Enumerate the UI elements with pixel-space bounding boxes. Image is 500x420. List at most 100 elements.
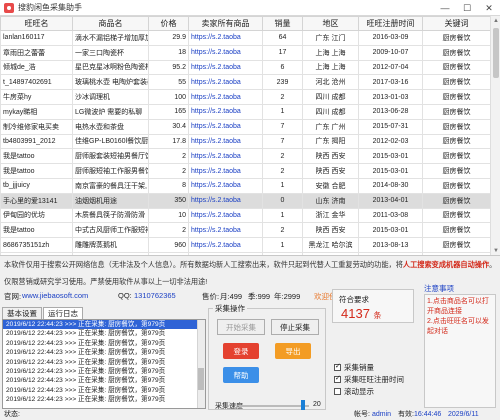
cell-product[interactable]: 雕雕牌蒸鹅机 xyxy=(72,237,149,253)
cell-price[interactable]: 2 xyxy=(148,222,189,239)
cell-wangwang[interactable]: 倾城de_浩 xyxy=(0,59,73,76)
cell-region[interactable]: 浙江 金华 xyxy=(302,207,359,224)
cell-wangwang[interactable]: 我是tattoo xyxy=(0,148,73,165)
cell-region[interactable]: 上海 上海 xyxy=(302,59,359,76)
cell-product[interactable]: 中式古风厨师工作服短袖 xyxy=(72,222,149,239)
cell-region[interactable]: 陕西 西安 xyxy=(302,148,359,165)
site-link[interactable]: www.jiebaosoft.com xyxy=(22,291,88,300)
cell-sales[interactable]: 15 xyxy=(262,251,303,255)
cell-seller-link[interactable]: https://s.2.taoba xyxy=(188,237,263,253)
cell-seller-link[interactable]: https://s.2.taoba xyxy=(188,89,263,105)
col-header-region[interactable]: 地区 xyxy=(302,16,359,31)
table-row[interactable]: 手心里的爱13141 油烟烟机用途 350 https://s.2.taoba 0 山东 … xyxy=(0,192,491,209)
tab-run-log[interactable]: 运行日志 xyxy=(43,307,83,319)
table-row[interactable]: 我是tattoo 厨师服短袖工作服男餐饮 2 https://s.2.taoba 2 陕西… xyxy=(0,163,491,179)
cell-seller-link[interactable]: https://s.2.taoba xyxy=(188,192,263,209)
table-row[interactable]: tb4803991_2012 佳维GP-LB0160l餐饮厨房 17.8 https:… xyxy=(0,133,491,150)
cell-seller-link[interactable]: https://s.2.taoba xyxy=(188,133,263,150)
cell-wangwang[interactable]: 手心里的爱13141 xyxy=(0,192,73,209)
cell-seller-link[interactable]: https://s.2.taoba xyxy=(188,163,263,179)
cell-sales[interactable]: 64 xyxy=(262,30,303,46)
cell-region[interactable]: 山东 济南 xyxy=(302,192,359,209)
cell-price[interactable]: 10 xyxy=(148,251,189,255)
cell-keyword[interactable]: 厨房餐饮 xyxy=(422,103,491,120)
scroll-down-icon[interactable]: ▼ xyxy=(491,246,500,255)
login-button[interactable]: 登录 xyxy=(223,343,259,359)
table-row[interactable]: 倾城de_浩 星巴克星冰啊粉色陶瓷杯 95.2 https://s.2.taoba 6 上… xyxy=(0,59,491,76)
cell-wangwang[interactable]: tb_jjjuicy xyxy=(0,177,73,194)
cell-sales[interactable]: 2 xyxy=(262,148,303,165)
tab-basic-settings[interactable]: 基本设置 xyxy=(2,307,42,319)
cell-region[interactable]: 广东 广州 xyxy=(302,251,359,255)
cell-product[interactable]: 木质餐具筷子防滑防滑 xyxy=(72,207,149,224)
cell-region[interactable]: 黑龙江 哈尔滨 xyxy=(302,237,359,253)
grid-scroll-thumb[interactable] xyxy=(493,28,499,78)
cell-product[interactable]: 不锈钢节能调料盒刀面面 xyxy=(72,251,149,255)
cell-keyword[interactable]: 厨房餐饮 xyxy=(422,59,491,76)
cell-price[interactable]: 29.9 xyxy=(148,30,189,46)
table-row[interactable]: 牛房菜hy 沙冰调理机 100 https://s.2.taoba 2 四川 成都 2013… xyxy=(0,89,491,105)
cell-region[interactable]: 安徽 合肥 xyxy=(302,177,359,194)
table-row[interactable]: 伊甸园的优坊 木质餐具筷子防滑防滑 10 https://s.2.taoba 1 浙江 金… xyxy=(0,207,491,224)
cell-wangwang[interactable]: 章雨田之蕾蕾 xyxy=(0,44,73,61)
cell-keyword[interactable]: 厨房餐饮 xyxy=(422,133,491,150)
cell-price[interactable]: 30.4 xyxy=(148,118,189,135)
cell-price[interactable]: 960 xyxy=(148,237,189,253)
log-line[interactable]: 2019/6/12 22:44:23 >>> 正在采集: 厨房餐饮，第979页 xyxy=(3,386,205,395)
checkbox-collect-sales[interactable]: 采集销量 xyxy=(334,362,374,373)
cell-price[interactable]: 8 xyxy=(148,177,189,194)
speed-slider-thumb[interactable] xyxy=(301,400,305,410)
cell-product[interactable]: 沙冰调理机 xyxy=(72,89,149,105)
cell-product[interactable]: 厨师服套装短袖男餐厅饭 xyxy=(72,148,149,165)
cell-wangwang[interactable]: mykay睇相 xyxy=(0,103,73,120)
cell-wangwang[interactable]: 制冷维修家电买卖 xyxy=(0,118,73,135)
cell-sales[interactable]: 1 xyxy=(262,103,303,120)
cell-keyword[interactable]: 厨房餐饮 xyxy=(422,89,491,105)
cell-product[interactable]: 玻璃桃水壶 电陶炉套装器 xyxy=(72,74,149,91)
cell-reg-time[interactable]: 2013-04-01 xyxy=(358,192,423,209)
table-row[interactable]: tb_jjjuicy 南京富豪的餐具汪干架, 8 https://s.2.taoba 1… xyxy=(0,177,491,194)
cell-wangwang[interactable]: 牛房菜hy xyxy=(0,89,73,105)
cell-region[interactable]: 陕西 西安 xyxy=(302,163,359,179)
cell-wangwang[interactable]: 我是tattoo xyxy=(0,222,73,239)
cell-product[interactable]: 南京富豪的餐具汪干架, xyxy=(72,177,149,194)
cell-price[interactable]: 165 xyxy=(148,103,189,120)
cell-price[interactable]: 2 xyxy=(148,163,189,179)
cell-wangwang[interactable]: lanlan160117 xyxy=(0,30,73,46)
export-button[interactable]: 导出 xyxy=(275,343,311,359)
cell-keyword[interactable]: 厨房餐饮 xyxy=(422,237,491,253)
col-header-keyword[interactable]: 关键词 xyxy=(422,16,491,31)
table-row[interactable]: mykay睇相 LG微波炉 需要的私聊 165 https://s.2.taoba 1 四… xyxy=(0,103,491,120)
cell-wangwang[interactable]: 我是tattoo xyxy=(0,163,73,179)
cell-product[interactable]: 厨师服短袖工作服男餐饮 xyxy=(72,163,149,179)
cell-keyword[interactable]: 厨房餐饮 xyxy=(422,163,491,179)
cell-region[interactable]: 四川 成都 xyxy=(302,103,359,120)
table-row[interactable]: 制冷维修家电买卖 电热水壶和茶盘 30.4 https://s.2.taoba 7 广东 … xyxy=(0,118,491,135)
cell-keyword[interactable]: 厨房餐饮 xyxy=(422,74,491,91)
cell-reg-time[interactable]: 2015-03-01 xyxy=(358,222,423,239)
cell-region[interactable]: 陕西 西安 xyxy=(302,222,359,239)
speed-slider-track[interactable] xyxy=(239,405,309,407)
log-scroll-thumb[interactable] xyxy=(198,368,204,390)
cell-price[interactable]: 350 xyxy=(148,192,189,209)
log-line[interactable]: 2019/6/12 22:44:23 >>> 正在采集: 厨房餐饮，第979页 xyxy=(3,367,205,376)
cell-sales[interactable]: 7 xyxy=(262,118,303,135)
cell-region[interactable]: 广东 江门 xyxy=(302,30,359,46)
scroll-up-icon[interactable]: ▲ xyxy=(491,16,500,26)
table-row[interactable]: lanlan160117 滴水不漏铝梯子增加厚加 29.9 https://s.2.t… xyxy=(0,30,491,46)
cell-keyword[interactable]: 厨房餐饮 xyxy=(422,222,491,239)
results-grid[interactable]: 旺旺名 商品名 价格 卖家所有商品 销量 地区 旺旺注册时间 关键词 lanla… xyxy=(0,16,500,256)
qq-link[interactable]: 1310762365 xyxy=(134,291,176,300)
cell-wangwang[interactable]: t_14897402691 xyxy=(0,74,73,91)
cell-price[interactable]: 55 xyxy=(148,74,189,91)
cell-sales[interactable]: 6 xyxy=(262,59,303,76)
cell-sales[interactable]: 239 xyxy=(262,74,303,91)
cell-reg-time[interactable]: 2012-08-06 xyxy=(358,251,423,255)
cell-product[interactable]: 一家三口陶瓷杯 xyxy=(72,44,149,61)
cell-region[interactable]: 广东 广州 xyxy=(302,118,359,135)
cell-seller-link[interactable]: https://s.2.taoba xyxy=(188,30,263,46)
cell-reg-time[interactable]: 2013-06-28 xyxy=(358,103,423,120)
cell-sales[interactable]: 2 xyxy=(262,89,303,105)
cell-seller-link[interactable]: https://s.2.taoba xyxy=(188,177,263,194)
cell-price[interactable]: 95.2 xyxy=(148,59,189,76)
